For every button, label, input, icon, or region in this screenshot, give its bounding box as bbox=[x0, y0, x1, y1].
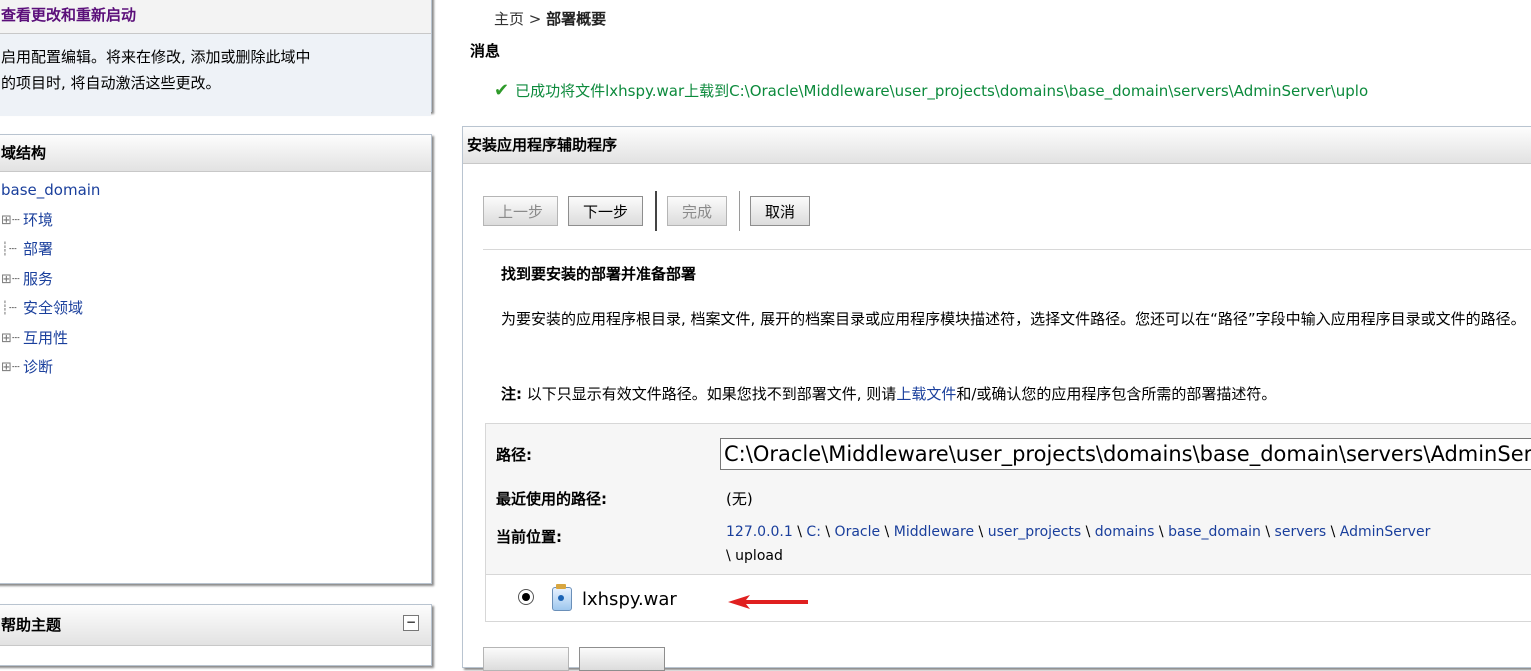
expand-icon[interactable]: ⊞┄ bbox=[1, 324, 23, 354]
location-crumb[interactable]: servers bbox=[1275, 524, 1327, 540]
upload-file-link[interactable]: 上载文件 bbox=[896, 385, 956, 403]
help-topics-label: 帮助主题 bbox=[1, 616, 62, 634]
tree-item[interactable]: ┊┄ 安全领域 bbox=[1, 294, 427, 324]
location-separator: \ bbox=[880, 524, 894, 540]
change-center-panel: 查看更改和重新启动 启用配置编辑。将来在修改, 添加或删除此域中 的项目时, 将… bbox=[0, 0, 432, 116]
location-separator: \ bbox=[792, 524, 807, 540]
bottom-back-button[interactable] bbox=[483, 647, 569, 671]
wizard-bottom-toolbar bbox=[483, 647, 675, 671]
tree-item-label[interactable]: 部署 bbox=[23, 235, 53, 265]
tree-item-label[interactable]: 安全领域 bbox=[23, 294, 83, 324]
tree-item-label[interactable]: 服务 bbox=[23, 265, 53, 295]
note-text-after: 和/或确认您的应用程序包含所需的部署描述符。 bbox=[956, 385, 1277, 403]
recent-paths-label: 最近使用的路径: bbox=[496, 490, 607, 508]
toolbar-separator bbox=[739, 191, 741, 231]
war-file-name: lxhspy.war bbox=[582, 589, 677, 610]
location-crumb[interactable]: 127.0.0.1 bbox=[726, 524, 793, 540]
section-title: 找到要安装的部署并准备部署 bbox=[501, 265, 697, 283]
next-button[interactable]: 下一步 bbox=[568, 196, 644, 226]
change-center-body: 启用配置编辑。将来在修改, 添加或删除此域中 的项目时, 将自动激活这些更改。 bbox=[0, 34, 431, 116]
install-wizard-panel: 安装应用程序辅助程序 上一步 下一步 完成 取消 找到要安装的部署并准备部署 为… bbox=[462, 126, 1531, 671]
expand-icon[interactable]: ⊞┄ bbox=[1, 265, 23, 295]
wizard-toolbar: 上一步 下一步 完成 取消 bbox=[483, 191, 820, 231]
tree-root-base-domain[interactable]: base_domain bbox=[1, 176, 427, 206]
tree-item[interactable]: ⊞┄ 互用性 bbox=[1, 324, 427, 354]
section-description: 为要安装的应用程序根目录, 档案文件, 展开的档案目录或应用程序模块描述符，选择… bbox=[501, 310, 1526, 328]
location-crumb[interactable]: C: bbox=[806, 524, 821, 540]
location-separator: \ bbox=[1326, 524, 1340, 540]
success-message-text: 已成功将文件lxhspy.war上载到C:\Oracle\Middleware\… bbox=[515, 82, 1369, 100]
location-separator: \ bbox=[820, 524, 835, 540]
breadcrumb: 主页 > 部署概要 bbox=[494, 8, 606, 29]
change-center-text-line1: 启用配置编辑。将来在修改, 添加或删除此域中 bbox=[1, 48, 311, 66]
domain-structure-title: 域结构 bbox=[0, 135, 431, 172]
toolbar-separator bbox=[655, 191, 658, 231]
current-location-label: 当前位置: bbox=[496, 528, 562, 546]
success-message: ✔ 已成功将文件lxhspy.war上载到C:\Oracle\Middleware… bbox=[494, 80, 1368, 101]
help-topics-title: 帮助主题 − bbox=[0, 605, 431, 646]
checkmark-icon: ✔ bbox=[494, 80, 510, 101]
bottom-next-button[interactable] bbox=[579, 647, 665, 671]
location-last-crumb: \ upload bbox=[726, 548, 783, 564]
path-section: 路径: 最近使用的路径: (无) 当前位置: 127.0.0.1 \ C: \ … bbox=[485, 423, 1531, 575]
tree-item-label[interactable]: 诊断 bbox=[23, 353, 53, 383]
change-center-title[interactable]: 查看更改和重新启动 bbox=[0, 0, 431, 34]
location-crumb[interactable]: Oracle bbox=[835, 524, 881, 540]
wizard-title: 安装应用程序辅助程序 bbox=[463, 127, 1531, 164]
tree-item[interactable]: ⊞┄ 环境 bbox=[1, 206, 427, 236]
location-crumbs: 127.0.0.1 \ C: \ Oracle \ Middleware \ u… bbox=[726, 520, 1430, 544]
cancel-button[interactable]: 取消 bbox=[750, 196, 811, 226]
location-crumb[interactable]: user_projects bbox=[988, 524, 1081, 540]
tree-connector-icon: ┊┄ bbox=[1, 301, 17, 316]
location-crumb[interactable]: AdminServer bbox=[1340, 524, 1431, 540]
recent-paths-value: (无) bbox=[726, 490, 753, 508]
breadcrumb-home[interactable]: 主页 > bbox=[494, 10, 541, 28]
breadcrumb-current: 部署概要 bbox=[546, 10, 607, 28]
location-crumb[interactable]: Middleware bbox=[894, 524, 974, 540]
deployment-file-row[interactable]: lxhspy.war bbox=[485, 575, 1531, 622]
file-radio-button[interactable] bbox=[518, 589, 534, 605]
change-center-text-line2: 的项目时, 将自动激活这些更改。 bbox=[1, 74, 221, 92]
tree-connector-icon: ┊┄ bbox=[1, 242, 17, 257]
note-text: 注: 以下只显示有效文件路径。如果您找不到部署文件, 则请上载文件和/或确认您的… bbox=[501, 383, 1276, 404]
location-crumb[interactable]: base_domain bbox=[1168, 524, 1261, 540]
tree-item-label[interactable]: 互用性 bbox=[23, 324, 68, 354]
tree-item[interactable]: ┊┄ 部署 bbox=[1, 235, 427, 265]
tree-item[interactable]: ⊞┄ 诊断 bbox=[1, 353, 427, 383]
path-label: 路径: bbox=[496, 446, 532, 464]
note-text-before: 以下只显示有效文件路径。如果您找不到部署文件, 则请 bbox=[522, 385, 897, 403]
note-label: 注: bbox=[501, 385, 522, 403]
messages-title: 消息 bbox=[470, 42, 501, 60]
red-arrow-icon bbox=[728, 595, 808, 609]
current-location: 127.0.0.1 \ C: \ Oracle \ Middleware \ u… bbox=[726, 520, 1430, 568]
location-crumb[interactable]: domains bbox=[1095, 524, 1155, 540]
help-topics-panel: 帮助主题 − bbox=[0, 604, 432, 666]
location-separator: \ bbox=[1154, 524, 1169, 540]
domain-tree: base_domain ⊞┄ 环境 ┊┄ 部署 ⊞┄ 服务 ┊┄ 安全领域 ⊞┄ 互用性 ⊞┄ 诊断 bbox=[0, 172, 431, 387]
collapse-icon[interactable]: − bbox=[403, 615, 419, 631]
back-button[interactable]: 上一步 bbox=[483, 196, 559, 226]
expand-icon[interactable]: ⊞┄ bbox=[1, 206, 23, 236]
expand-icon[interactable]: ⊞┄ bbox=[1, 353, 23, 383]
location-separator: \ bbox=[1260, 524, 1275, 540]
domain-structure-panel: 域结构 base_domain ⊞┄ 环境 ┊┄ 部署 ⊞┄ 服务 ┊┄ 安全领域 ⊞┄ 互用性 ⊞… bbox=[0, 134, 432, 584]
finish-button[interactable]: 完成 bbox=[667, 196, 728, 226]
tree-item[interactable]: ⊞┄ 服务 bbox=[1, 265, 427, 295]
tree-item-label[interactable]: 环境 bbox=[23, 206, 53, 236]
war-file-icon bbox=[552, 584, 572, 611]
toolbar-divider bbox=[483, 249, 1531, 250]
path-input[interactable] bbox=[720, 438, 1531, 470]
location-separator: \ bbox=[974, 524, 988, 540]
location-separator: \ bbox=[1081, 524, 1095, 540]
